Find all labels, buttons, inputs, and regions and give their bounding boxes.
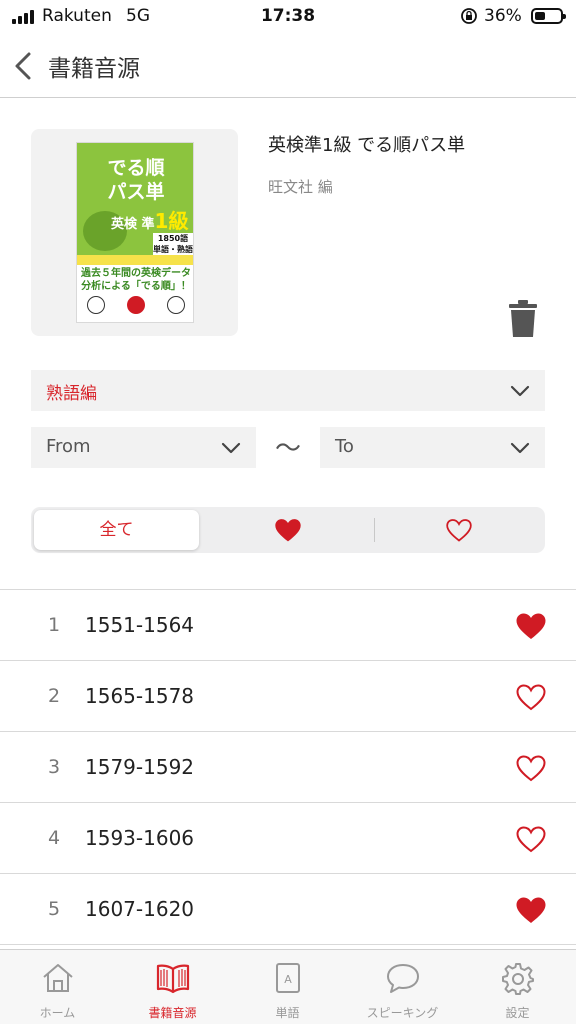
battery-percent: 36% (484, 6, 522, 26)
from-dropdown-value: From (46, 436, 91, 457)
gear-icon (501, 963, 534, 995)
cover-feature-icons (87, 296, 185, 314)
book-title: 英検準1級 でる順パス単 (268, 135, 466, 156)
cover-title-line2: パス単 (107, 181, 165, 203)
list-item[interactable]: 1 1551-1564 (0, 590, 576, 661)
book-cover-image: でる順 パス単 英検 準1級 1850語 単語・熟語 過去５年間の英検データ 分析に… (76, 142, 194, 323)
list-item-range: 1551-1564 (85, 613, 195, 637)
tab-words[interactable]: A 単語 (230, 950, 345, 1024)
to-dropdown-value: To (335, 436, 354, 457)
tab-settings-label: 設定 (505, 1006, 530, 1020)
heart-outline-icon[interactable] (515, 825, 547, 853)
heart-outline-icon[interactable] (515, 683, 547, 711)
list-item[interactable]: 2 1565-1578 (0, 661, 576, 732)
trash-icon (509, 300, 537, 337)
battery-icon (531, 8, 566, 24)
heart-outline-icon[interactable] (515, 754, 547, 782)
segment-all-label: 全て (99, 520, 134, 540)
segment-all[interactable]: 全て (34, 510, 199, 550)
svg-text:A: A (284, 973, 292, 986)
range-separator: 〜 (274, 434, 301, 464)
chevron-down-icon (510, 442, 530, 454)
from-dropdown[interactable]: From (31, 427, 256, 468)
tab-books-audio-label: 書籍音源 (148, 1006, 197, 1020)
cover-word-count: 1850語 単語・熟語 (153, 233, 193, 255)
cover-tagline: 過去５年間の英検データ 分析による「でる順」！ (81, 268, 191, 292)
status-bar: Rakuten 5G 17:38 36% (0, 0, 576, 34)
rotation-lock-icon (461, 8, 477, 24)
home-icon (42, 964, 73, 992)
segment-favorites[interactable] (202, 510, 373, 550)
tab-books-audio[interactable]: 書籍音源 (115, 950, 230, 1024)
segment-divider (374, 518, 375, 542)
page-title: 書籍音源 (48, 56, 140, 82)
heart-filled-icon[interactable] (515, 612, 547, 640)
chevron-down-icon (510, 385, 530, 397)
cover-title-line1: でる順 (107, 157, 165, 179)
list-item-index: 5 (47, 898, 61, 920)
list-item-index: 4 (47, 827, 61, 849)
heart-outline-icon (446, 519, 472, 542)
list-item-range: 1593-1606 (85, 826, 195, 850)
tab-home[interactable]: ホーム (0, 950, 115, 1024)
list-item-range: 1565-1578 (85, 684, 195, 708)
list-item-index: 2 (47, 685, 61, 707)
section-dropdown-value: 熟語編 (46, 384, 97, 404)
list-item[interactable]: 4 1593-1606 (0, 803, 576, 874)
heart-filled-icon (274, 519, 301, 542)
back-button[interactable] (8, 48, 42, 84)
chevron-left-icon (15, 52, 31, 80)
tab-speaking[interactable]: スピーキング (345, 950, 460, 1024)
tab-home-label: ホーム (39, 1006, 76, 1020)
list-item[interactable]: 3 1579-1592 (0, 732, 576, 803)
book-publisher: 旺文社 編 (268, 178, 333, 196)
delete-button[interactable] (508, 299, 538, 339)
cover-grade: 英検 準1級 (111, 209, 189, 233)
speech-bubble-icon (386, 964, 419, 993)
list-item-range: 1579-1592 (85, 755, 195, 779)
list-item-index: 3 (47, 756, 61, 778)
chevron-down-icon (221, 442, 241, 454)
book-cover-container: でる順 パス単 英検 準1級 1850語 単語・熟語 過去５年間の英検データ 分析に… (31, 129, 238, 336)
navigation-bar: 書籍音源 (0, 34, 576, 98)
list-item-range: 1607-1620 (85, 897, 195, 921)
segment-non-favorites[interactable] (376, 510, 542, 550)
tab-words-label: 単語 (275, 1006, 300, 1020)
section-dropdown[interactable]: 熟語編 (31, 370, 545, 411)
filter-segmented-control: 全て (31, 507, 545, 553)
to-dropdown[interactable]: To (320, 427, 545, 468)
list-item-index: 1 (47, 614, 61, 636)
tab-bar: ホーム 書籍音源 A 単語 スピーキング 設定 (0, 949, 576, 1024)
heart-filled-icon[interactable] (515, 896, 547, 924)
word-card-icon: A (275, 963, 300, 993)
list-item[interactable]: 5 1607-1620 (0, 874, 576, 945)
tab-speaking-label: スピーキング (366, 1006, 439, 1020)
book-icon (156, 964, 189, 994)
tab-settings[interactable]: 設定 (460, 950, 575, 1024)
